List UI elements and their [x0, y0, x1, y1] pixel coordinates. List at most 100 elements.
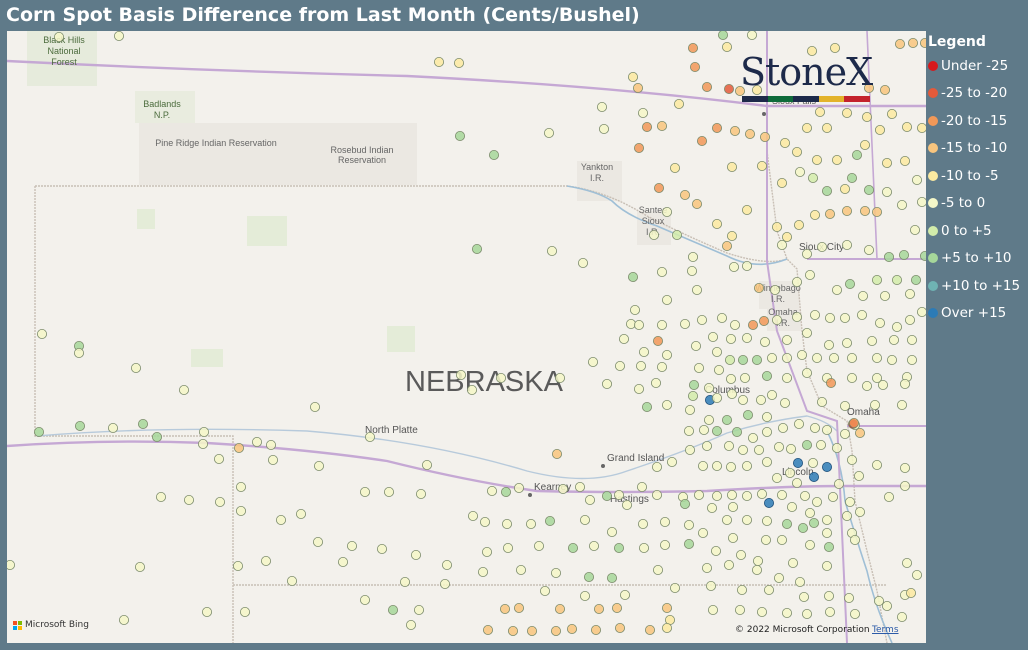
data-point[interactable]: [852, 150, 863, 161]
data-point[interactable]: [802, 123, 813, 134]
data-point[interactable]: [628, 72, 639, 83]
data-point[interactable]: [684, 425, 695, 436]
data-point[interactable]: [840, 428, 851, 439]
data-point[interactable]: [657, 319, 668, 330]
data-point[interactable]: [764, 585, 775, 596]
data-point[interactable]: [36, 328, 47, 339]
data-point[interactable]: [479, 516, 490, 527]
data-point[interactable]: [809, 517, 820, 528]
data-point[interactable]: [151, 431, 162, 442]
data-point[interactable]: [727, 489, 738, 500]
data-point[interactable]: [762, 370, 773, 381]
data-point[interactable]: [782, 372, 793, 383]
data-point[interactable]: [912, 174, 923, 185]
legend-item[interactable]: +10 to +15: [928, 272, 1028, 300]
data-point[interactable]: [757, 488, 768, 499]
data-point[interactable]: [718, 31, 728, 40]
data-point[interactable]: [568, 543, 579, 554]
data-point[interactable]: [842, 337, 853, 348]
data-point[interactable]: [660, 516, 671, 527]
data-point[interactable]: [736, 550, 747, 561]
data-point[interactable]: [699, 424, 710, 435]
data-point[interactable]: [754, 282, 765, 293]
data-point[interactable]: [872, 459, 883, 470]
data-point[interactable]: [882, 186, 893, 197]
data-point[interactable]: [738, 444, 749, 455]
data-point[interactable]: [726, 333, 737, 344]
data-point[interactable]: [507, 626, 518, 637]
data-point[interactable]: [714, 364, 725, 375]
data-point[interactable]: [727, 230, 738, 241]
legend-item[interactable]: -5 to 0: [928, 190, 1028, 218]
data-point[interactable]: [908, 38, 919, 48]
data-point[interactable]: [845, 496, 856, 507]
data-point[interactable]: [855, 427, 866, 438]
data-point[interactable]: [802, 609, 813, 620]
data-point[interactable]: [575, 481, 586, 492]
data-point[interactable]: [812, 352, 823, 363]
data-point[interactable]: [708, 605, 719, 616]
data-point[interactable]: [882, 158, 893, 169]
data-point[interactable]: [822, 424, 833, 435]
data-point[interactable]: [742, 260, 753, 271]
data-point[interactable]: [706, 581, 717, 592]
data-point[interactable]: [867, 335, 878, 346]
data-point[interactable]: [712, 460, 723, 471]
data-point[interactable]: [499, 604, 510, 615]
data-point[interactable]: [850, 609, 861, 620]
data-point[interactable]: [359, 595, 370, 606]
data-point[interactable]: [742, 460, 753, 471]
data-point[interactable]: [787, 501, 798, 512]
data-point[interactable]: [694, 489, 705, 500]
data-point[interactable]: [704, 414, 715, 425]
data-point[interactable]: [704, 382, 715, 393]
data-point[interactable]: [657, 121, 668, 132]
data-point[interactable]: [313, 460, 324, 471]
data-point[interactable]: [674, 99, 685, 110]
data-point[interactable]: [884, 491, 895, 502]
data-point[interactable]: [653, 335, 664, 346]
data-point[interactable]: [633, 83, 644, 94]
data-point[interactable]: [697, 314, 708, 325]
data-point[interactable]: [738, 394, 749, 405]
data-point[interactable]: [724, 560, 735, 571]
data-point[interactable]: [691, 340, 702, 351]
data-point[interactable]: [235, 505, 246, 516]
data-point[interactable]: [137, 418, 148, 429]
data-point[interactable]: [500, 486, 511, 497]
data-point[interactable]: [466, 384, 477, 395]
data-point[interactable]: [711, 546, 722, 557]
data-point[interactable]: [198, 426, 209, 437]
data-point[interactable]: [622, 499, 633, 510]
data-point[interactable]: [628, 271, 639, 282]
data-point[interactable]: [920, 251, 926, 261]
data-point[interactable]: [119, 615, 130, 626]
data-point[interactable]: [729, 261, 740, 272]
data-point[interactable]: [455, 369, 466, 380]
data-point[interactable]: [738, 354, 749, 365]
data-point[interactable]: [872, 206, 883, 217]
data-point[interactable]: [639, 543, 650, 554]
data-point[interactable]: [726, 373, 737, 384]
data-point[interactable]: [439, 579, 450, 590]
data-point[interactable]: [805, 507, 816, 518]
data-point[interactable]: [788, 558, 799, 569]
data-point[interactable]: [760, 132, 771, 143]
data-point[interactable]: [405, 620, 416, 631]
data-point[interactable]: [826, 377, 837, 388]
data-point[interactable]: [860, 140, 871, 151]
data-point[interactable]: [795, 166, 806, 177]
data-point[interactable]: [614, 489, 625, 500]
data-point[interactable]: [842, 239, 853, 250]
data-point[interactable]: [809, 471, 820, 482]
data-point[interactable]: [471, 243, 482, 254]
data-point[interactable]: [662, 623, 673, 634]
data-point[interactable]: [114, 31, 125, 41]
data-point[interactable]: [917, 307, 926, 317]
data-point[interactable]: [816, 439, 827, 450]
data-point[interactable]: [197, 438, 208, 449]
data-point[interactable]: [670, 583, 681, 594]
data-point[interactable]: [275, 514, 286, 525]
data-point[interactable]: [742, 204, 753, 215]
data-point[interactable]: [742, 332, 753, 343]
